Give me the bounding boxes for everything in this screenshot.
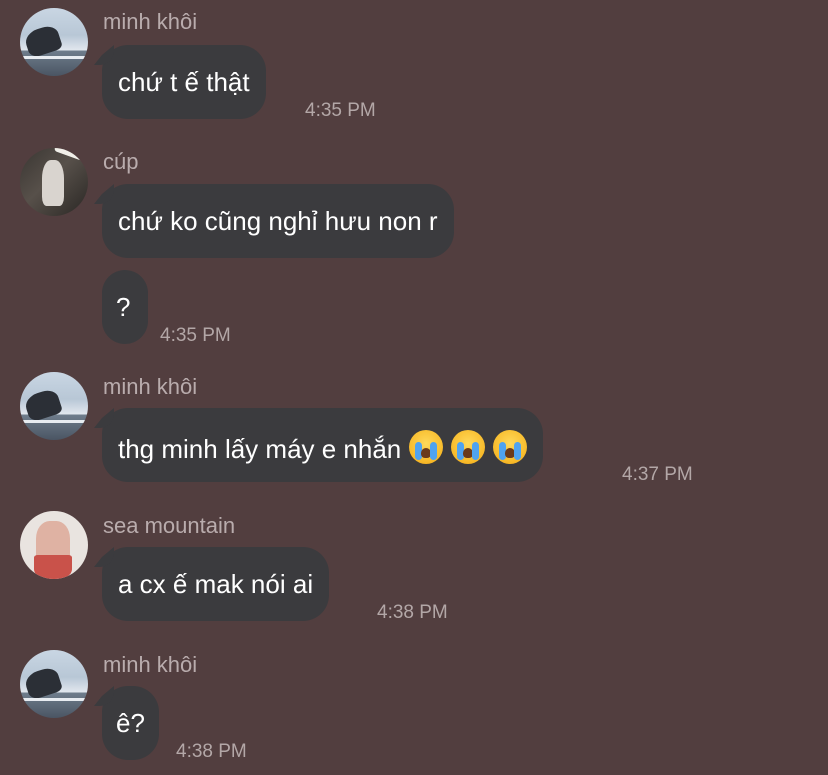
sender-name: sea mountain <box>103 513 236 538</box>
avatar[interactable] <box>20 148 88 216</box>
message-bubble[interactable]: chứ t ế thật <box>102 45 266 119</box>
timestamp: 4:37 PM <box>622 464 693 485</box>
sender-name: minh khôi <box>103 9 198 34</box>
timestamp: 4:38 PM <box>377 602 448 623</box>
message-bubble[interactable]: chứ ko cũng nghỉ hưu non r <box>102 184 454 258</box>
avatar[interactable] <box>20 372 88 440</box>
message-bubble[interactable]: ê? <box>102 686 159 760</box>
sender-name: cúp <box>103 149 139 174</box>
message-bubble[interactable]: thg minh lấy máy e nhắn <box>102 408 544 482</box>
crying-face-icon <box>451 430 486 464</box>
timestamp: 4:38 PM <box>176 741 247 762</box>
avatar[interactable] <box>20 650 88 718</box>
message-bubble[interactable]: a cx ế mak nói ai <box>102 547 330 621</box>
crying-face-icon <box>493 430 528 464</box>
avatar[interactable] <box>20 511 88 579</box>
message-bubble[interactable]: ? <box>102 270 148 344</box>
message-text: thg minh lấy máy e nhắn <box>118 434 402 464</box>
timestamp: 4:35 PM <box>160 325 231 346</box>
timestamp: 4:35 PM <box>305 100 376 121</box>
sender-name: minh khôi <box>103 652 198 677</box>
avatar[interactable] <box>20 8 88 76</box>
sender-name: minh khôi <box>103 374 198 399</box>
crying-face-icon <box>409 430 444 464</box>
